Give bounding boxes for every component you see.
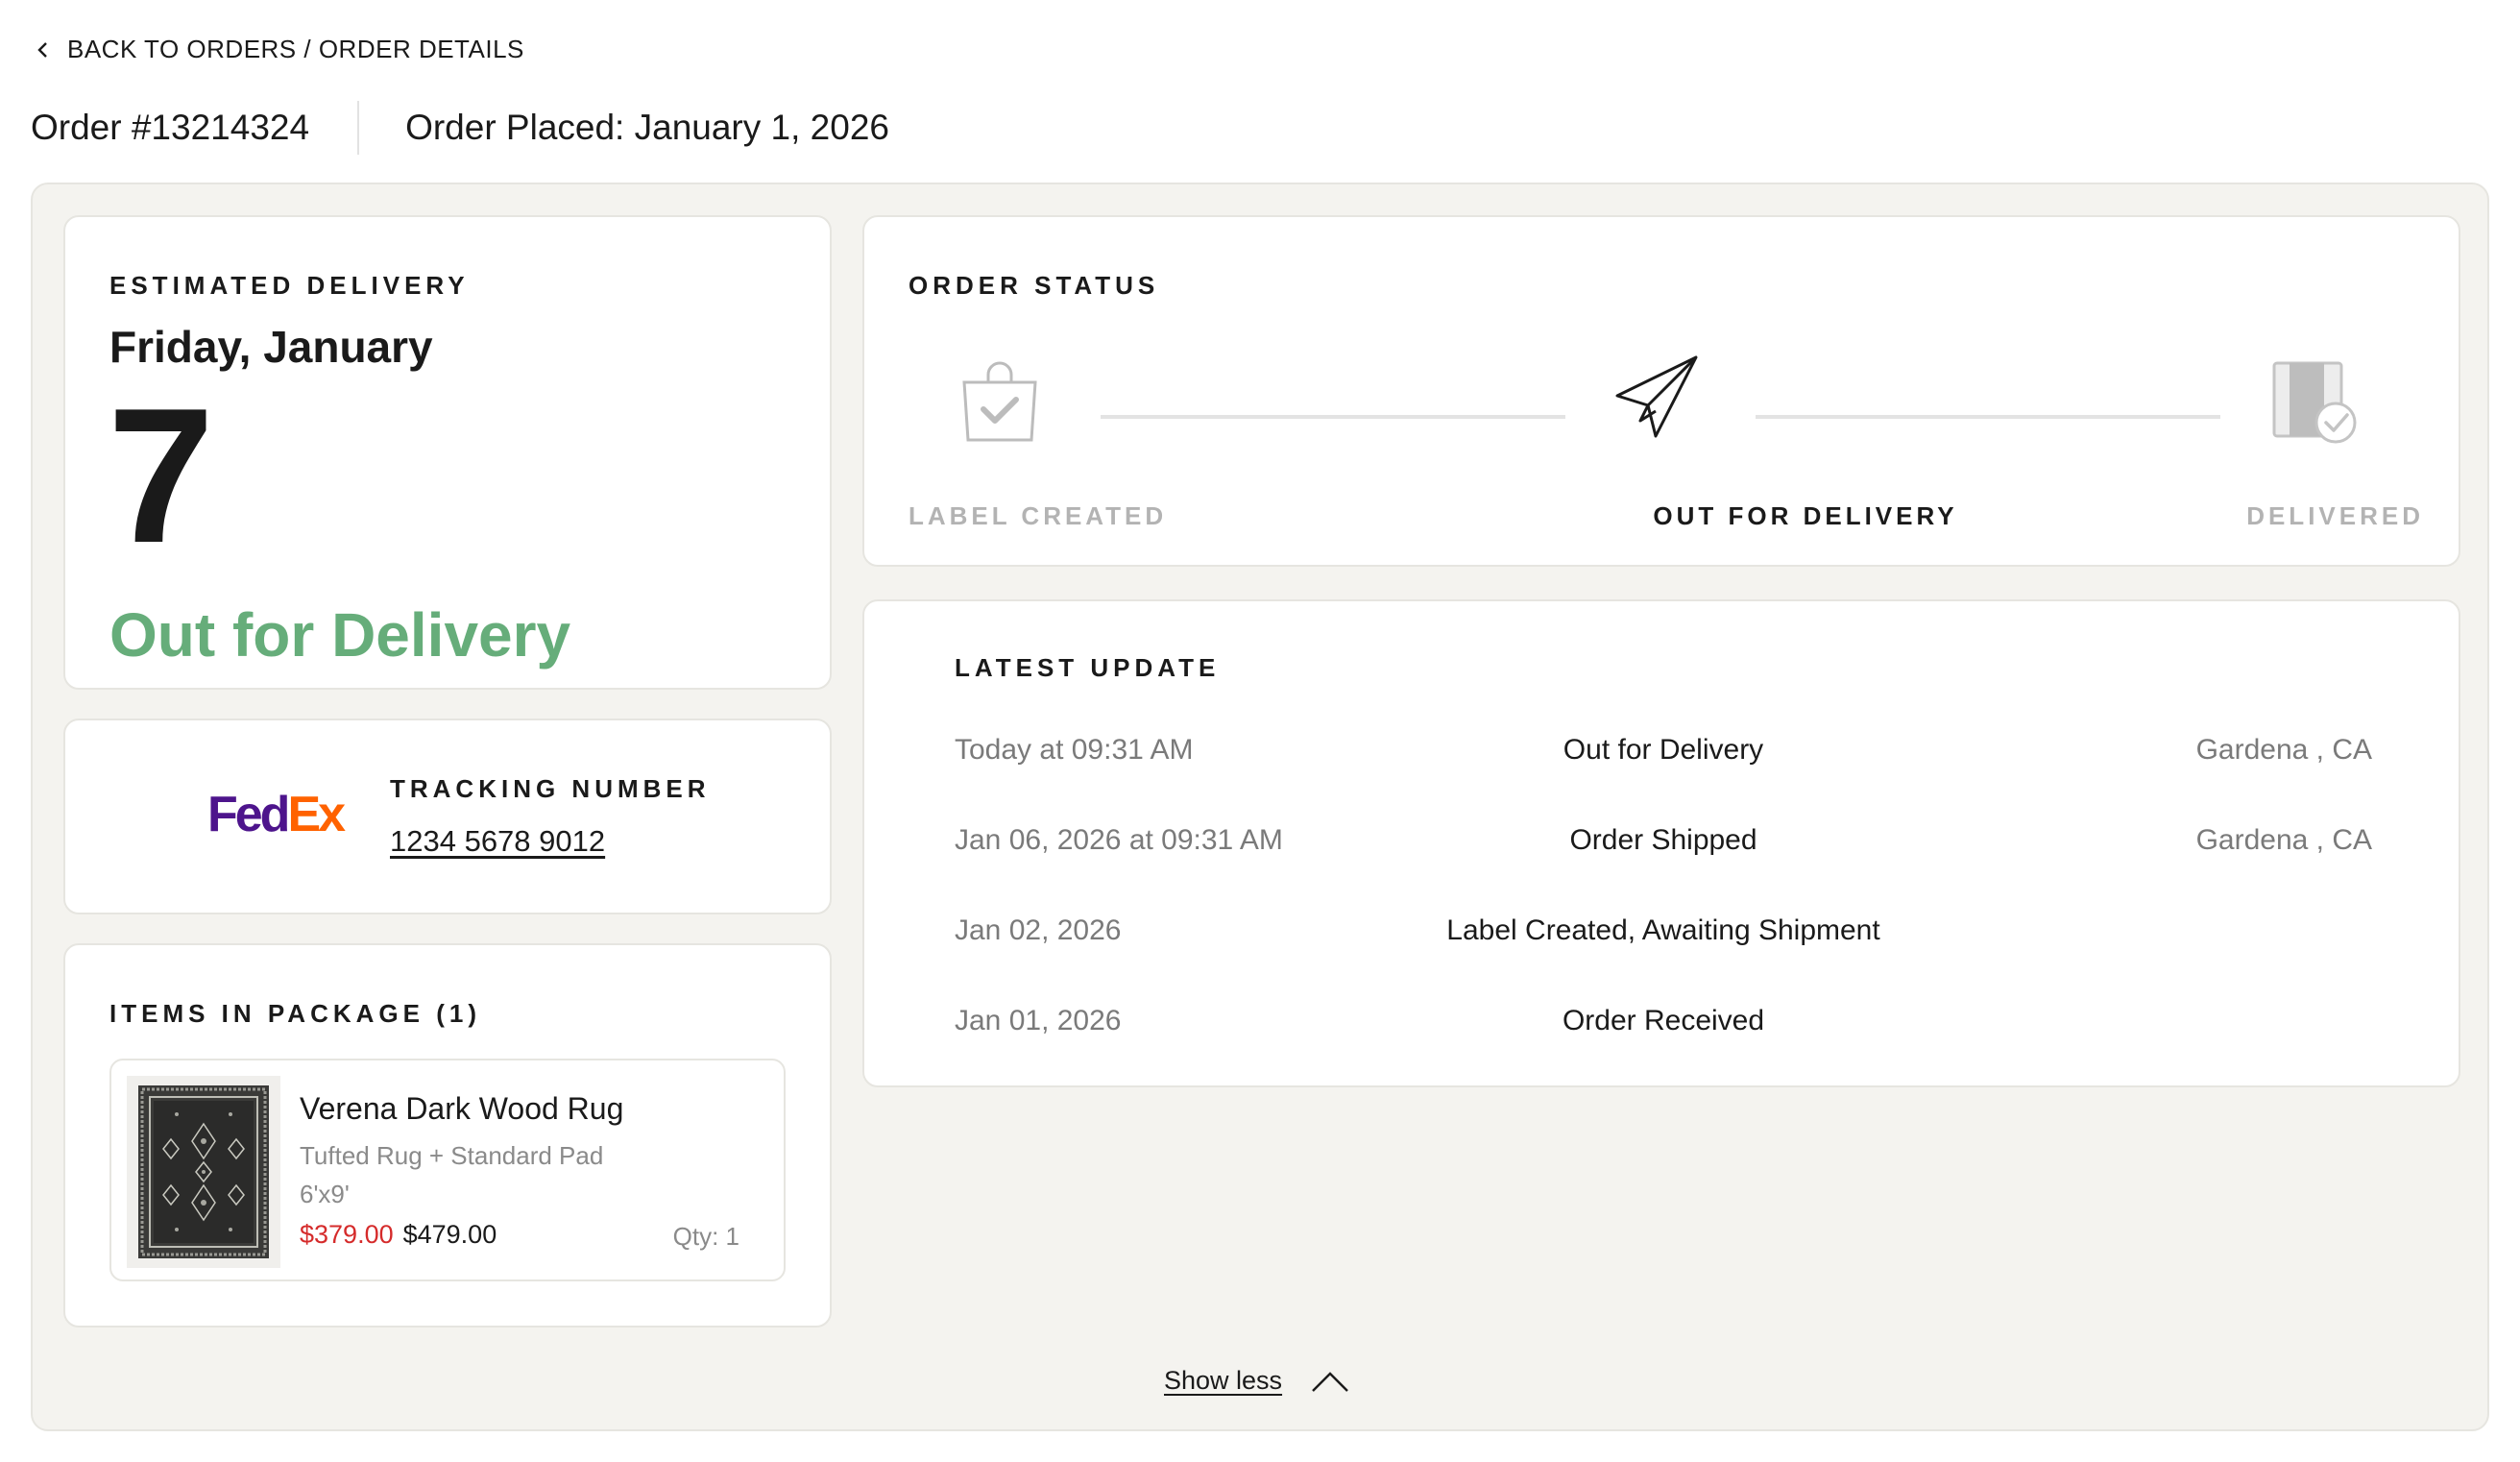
latest-update-card: LATEST UPDATE Today at 09:31 AM Out for … [862,599,2460,1087]
step-out-for-delivery: OUT FOR DELIVERY [1653,501,1958,530]
item-original-price: $479.00 [402,1220,497,1249]
tracking-card: FedEx TRACKING NUMBER 1234 5678 9012 [63,719,832,914]
item-name[interactable]: Verena Dark Wood Rug [300,1091,623,1127]
update-event: Label Created, Awaiting Shipment [1446,914,1880,946]
update-event: Order Shipped [1569,824,1757,856]
list-item[interactable]: Verena Dark Wood Rug Tufted Rug + Standa… [109,1059,786,1281]
fedex-logo: FedEx [207,786,346,843]
step-label-created: LABEL CREATED [909,501,1168,530]
show-less-label: Show less [1164,1366,1283,1395]
order-header: Order #13214324 Order Placed: January 1,… [31,101,889,155]
delivery-date-number: 7 [108,369,214,583]
breadcrumb[interactable]: BACK TO ORDERS / ORDER DETAILS [31,35,524,64]
chevron-up-icon [1312,1371,1348,1392]
rug-thumbnail [127,1076,280,1268]
items-in-package-card: ITEMS IN PACKAGE (1) Verena Dark Wood Ru… [63,943,832,1328]
order-placed-date: Order Placed: January 1, 2026 [405,108,889,147]
update-event: Out for Delivery [1563,734,1764,766]
item-sale-price: $379.00 [300,1220,394,1249]
latest-update-label: LATEST UPDATE [955,653,1221,682]
item-description: Tufted Rug + Standard Pad [300,1141,604,1170]
delivery-day: Friday, January [109,322,433,372]
update-location: Gardena , CA [2195,824,2372,856]
item-size: 6'x9' [300,1180,350,1208]
paper-plane-icon [1615,355,1698,438]
order-status-label: ORDER STATUS [909,271,1160,300]
rug-image [138,1085,269,1258]
header-divider [357,101,360,155]
step-connector-1 [1101,415,1565,419]
order-status-card: ORDER STATUS LABEL CREATED OUT FOR DELIV… [862,215,2460,567]
items-in-package-label: ITEMS IN PACKAGE (1) [109,999,481,1028]
chevron-left-icon [37,41,47,58]
update-location: Gardena , CA [2195,734,2372,766]
order-number: Order #13214324 [31,108,310,147]
update-row: Jan 01, 2026 Order Received [955,1005,2372,1047]
update-row: Today at 09:31 AM Out for Delivery Garde… [955,734,2372,776]
update-row: Jan 02, 2026 Label Created, Awaiting Shi… [955,914,2372,957]
fedex-logo-part2: Ex [287,787,346,842]
shopping-bag-check-icon [962,361,1037,442]
estimated-delivery-label: ESTIMATED DELIVERY [109,271,470,300]
update-event: Order Received [1562,1005,1765,1036]
delivery-status: Out for Delivery [109,600,571,670]
step-delivered: DELIVERED [2246,501,2424,530]
show-less-button[interactable]: Show less [1164,1366,1349,1396]
item-price: $379.00 $479.00 [300,1220,497,1250]
tracking-number-label: TRACKING NUMBER [390,774,711,803]
fedex-logo-part1: Fed [207,787,290,842]
breadcrumb-text: BACK TO ORDERS / ORDER DETAILS [67,35,524,63]
order-details-panel: ESTIMATED DELIVERY Friday, January 7 Out… [31,183,2489,1431]
step-connector-2 [1756,415,2220,419]
tracking-number-link[interactable]: 1234 5678 9012 [390,824,605,859]
item-quantity: Qty: 1 [672,1222,739,1251]
estimated-delivery-card: ESTIMATED DELIVERY Friday, January 7 Out… [63,215,832,690]
update-row: Jan 06, 2026 at 09:31 AM Order Shipped G… [955,824,2372,866]
package-check-icon [2272,361,2357,444]
